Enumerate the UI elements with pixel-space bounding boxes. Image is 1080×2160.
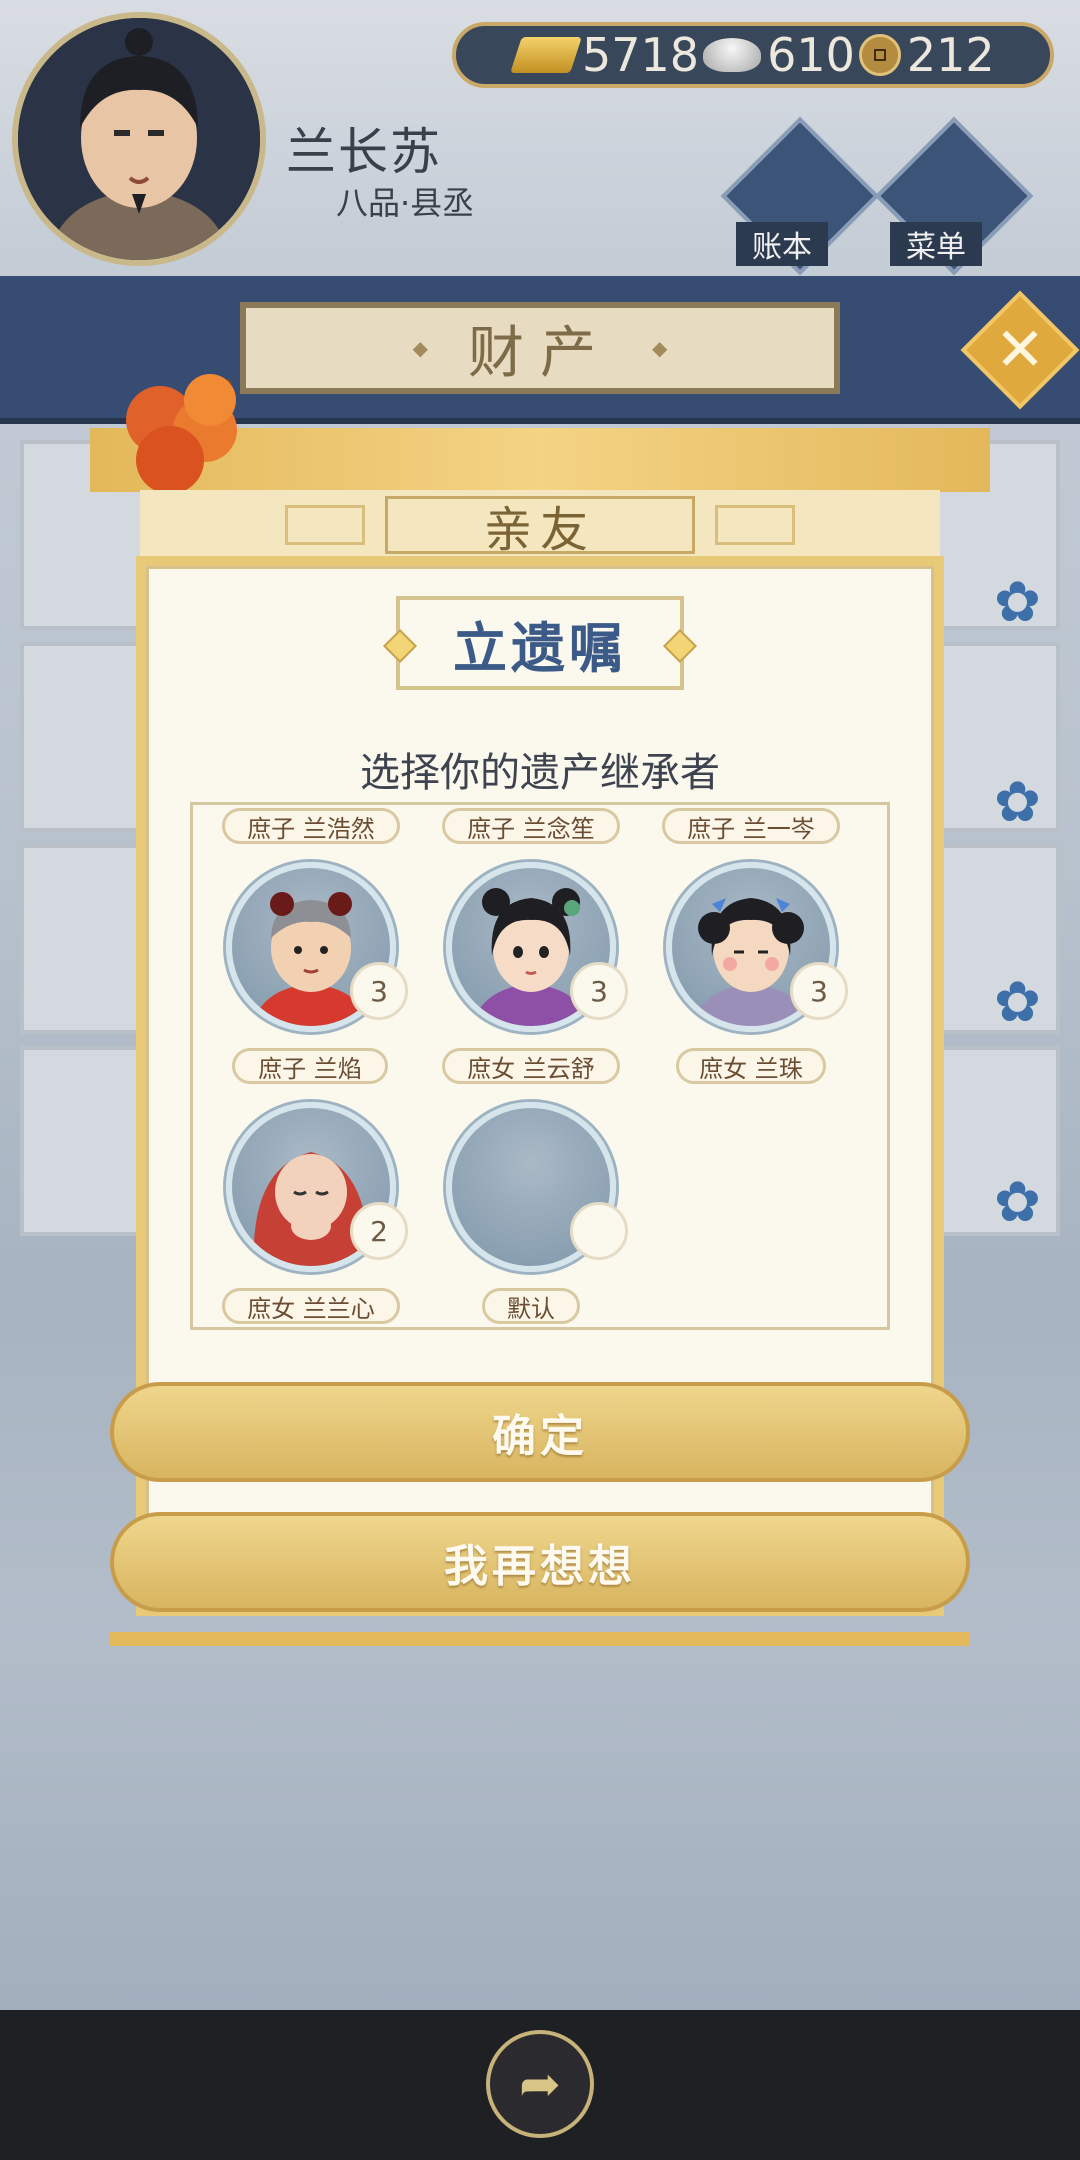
flower-icon: ✿ [994, 970, 1041, 1035]
heir-rank-badge: 3 [570, 962, 628, 1020]
heir-rank-badge: 2 [350, 1202, 408, 1260]
confirm-button[interactable]: 确定 [110, 1382, 970, 1482]
flower-icon: ✿ [994, 1170, 1041, 1235]
coin-counter: 212 [858, 28, 995, 82]
heir-name-tag[interactable]: 庶女 兰云舒 [442, 1048, 620, 1084]
modal-subtitle: 选择你的遗产继承者 [360, 750, 720, 796]
ledger-label: 账本 [736, 222, 828, 266]
ledger-button[interactable]: 账本 [720, 116, 880, 276]
share-icon: ➦ [519, 2055, 561, 2113]
menu-button[interactable]: 菜单 [874, 116, 1034, 276]
player-name: 兰长苏 [286, 123, 442, 181]
heir-tag-top-2[interactable]: 庶子 兰念笙 [442, 808, 620, 844]
default-heir-tag[interactable]: 默认 [482, 1288, 580, 1324]
gold-amount: 5718 [582, 28, 700, 82]
page-title: 财产 [240, 302, 840, 394]
menu-label: 菜单 [890, 222, 982, 266]
flower-icon: ✿ [994, 570, 1041, 635]
heir-name-tag[interactable]: 庶子 兰焰 [232, 1048, 388, 1084]
gold-counter: 5718 [510, 28, 700, 82]
scroll-bottom-roll [110, 1632, 970, 1646]
avatar-portrait-icon [18, 18, 260, 260]
heir-name-tag[interactable]: 庶女 兰珠 [676, 1048, 826, 1084]
scroll-header: 亲友 [140, 490, 940, 560]
tab-relatives[interactable]: 亲友 [385, 496, 695, 558]
heir-tag-top-1[interactable]: 庶子 兰浩然 [222, 808, 400, 844]
tab-decor-left [285, 505, 365, 545]
heir-rank-badge: 3 [790, 962, 848, 1020]
coin-amount: 212 [906, 28, 995, 82]
copper-coin-icon [858, 34, 901, 76]
share-button[interactable]: ➦ [486, 2030, 594, 2138]
silver-amount: 610 [767, 28, 855, 82]
reconsider-button[interactable]: 我再想想 [110, 1512, 970, 1612]
currency-bar: 5718 610 212 [452, 22, 1054, 88]
tab-relatives-label: 亲友 [483, 502, 596, 558]
close-icon: ✕ [994, 315, 1046, 385]
silver-counter: 610 [703, 28, 855, 82]
silver-ingot-icon [703, 38, 762, 72]
heir-rank-badge [570, 1202, 628, 1260]
tab-decor-right [715, 505, 795, 545]
player-avatar[interactable] [12, 12, 266, 266]
heir-tag-top-3[interactable]: 庶子 兰一岑 [662, 808, 840, 844]
heir-name-tag[interactable]: 庶女 兰兰心 [222, 1288, 400, 1324]
modal-title: 立遗嘱 [396, 596, 684, 690]
player-rank: 八品·县丞 [336, 184, 475, 222]
heir-rank-badge: 3 [350, 962, 408, 1020]
gold-ingot-icon [510, 37, 582, 73]
flower-icon: ✿ [994, 770, 1041, 835]
